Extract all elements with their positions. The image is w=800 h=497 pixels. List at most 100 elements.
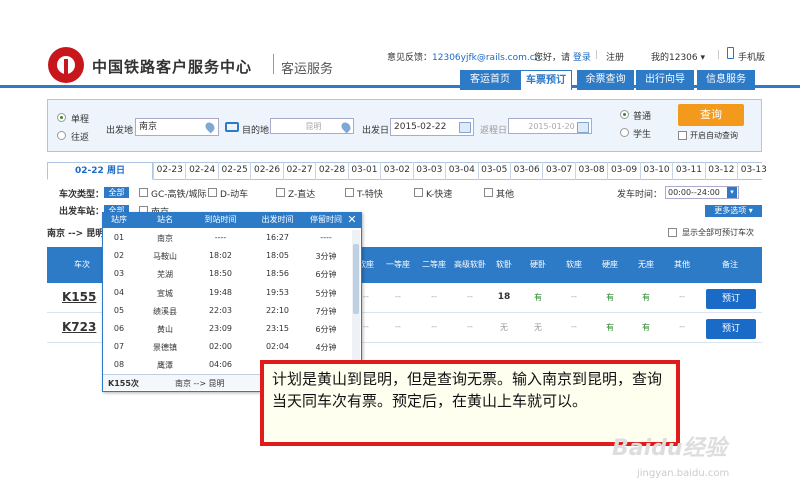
- popup-cell: 18:02: [208, 251, 233, 261]
- type-gc-checkbox[interactable]: [139, 188, 148, 197]
- baidu-watermark: Baidu经验: [612, 436, 727, 461]
- table-cell: --: [467, 322, 473, 331]
- chevron-down-icon: ▾: [727, 187, 737, 198]
- auto-query-label: 开启自动查询: [690, 131, 738, 140]
- login-area: 您好，请 登录: [534, 50, 591, 63]
- col-first-class: 一等座: [386, 260, 410, 269]
- date-tab[interactable]: 03-02: [380, 162, 412, 180]
- date-tab[interactable]: 03-08: [574, 162, 607, 180]
- type-other-checkbox[interactable]: [484, 188, 493, 197]
- date-tab[interactable]: 03-06: [509, 162, 542, 180]
- depart-date-label: 出发日: [362, 126, 390, 136]
- type-t-checkbox[interactable]: [345, 188, 354, 197]
- popup-scroll-thumb[interactable]: [353, 244, 359, 314]
- table-cell: 18: [497, 292, 511, 302]
- date-tab[interactable]: 03-01: [347, 162, 380, 180]
- popup-cell: 19:48: [208, 287, 233, 297]
- mobile-link[interactable]: 手机版: [738, 50, 765, 63]
- table-cell: --: [467, 292, 473, 301]
- calendar-icon-2[interactable]: [577, 122, 589, 133]
- popup-cell: 23:09: [208, 324, 233, 333]
- date-tab[interactable]: 02-25: [217, 162, 250, 180]
- date-tab[interactable]: 03-10: [639, 162, 672, 180]
- train-type-all-button[interactable]: 全部: [104, 187, 129, 198]
- popup-cell: 景德镇: [153, 343, 177, 353]
- popup-cell: 02:00: [208, 342, 233, 352]
- show-all-checkbox[interactable]: [668, 228, 677, 237]
- route-title: 南京 --> 昆明: [47, 229, 105, 239]
- watermark-url: jingyan.baidu.com: [637, 468, 730, 479]
- mobile-phone-icon: [727, 47, 734, 59]
- col-other: 其他: [674, 260, 690, 269]
- popup-cell: ----: [320, 233, 332, 242]
- type-z-label: Z-直达: [288, 190, 316, 200]
- popup-cell: 08: [113, 360, 125, 370]
- nav-info-service[interactable]: 信息服务: [697, 70, 755, 90]
- table-cell: 有: [642, 293, 650, 302]
- date-tab[interactable]: 02-27: [282, 162, 315, 180]
- type-d-checkbox[interactable]: [208, 188, 217, 197]
- table-cell: 无: [534, 323, 542, 332]
- close-icon[interactable]: ✕: [346, 212, 358, 228]
- popup-cell: 芜湖: [157, 270, 173, 280]
- register-link[interactable]: 注册: [606, 50, 624, 63]
- greeting-text: 您好，请: [534, 53, 571, 63]
- table-cell: 无: [500, 323, 508, 332]
- date-tab[interactable]: 03-11: [672, 162, 704, 180]
- my12306-menu[interactable]: 我的12306 ▾: [651, 50, 705, 63]
- date-tab[interactable]: 02-23: [153, 162, 185, 180]
- train-number-link[interactable]: K155: [62, 290, 96, 304]
- nav-travel-guide[interactable]: 出行向导: [636, 70, 694, 90]
- round-trip-radio[interactable]: [57, 131, 66, 140]
- popup-cell: 6分钟: [315, 270, 337, 280]
- date-tab[interactable]: 03-13: [737, 162, 769, 180]
- calendar-icon[interactable]: [459, 122, 471, 133]
- date-tab[interactable]: 03-05: [477, 162, 510, 180]
- nav-remaining-tickets[interactable]: 余票查询: [577, 70, 634, 90]
- annotation-text: 计划是黄山到昆明，但是查询无票。输入南京到昆明，查询当天同车次有票。预定后，在黄…: [272, 370, 663, 410]
- table-cell: 有: [642, 323, 650, 332]
- train-number-link[interactable]: K723: [62, 320, 96, 334]
- depart-station-label: 出发车站：: [59, 207, 105, 217]
- col-soft-seat: 软座: [566, 260, 582, 269]
- date-tab[interactable]: 03-07: [542, 162, 574, 180]
- normal-ticket-label: 普通: [633, 112, 652, 122]
- table-cell: --: [571, 292, 577, 301]
- date-tab[interactable]: 03-12: [704, 162, 737, 180]
- col-hard-seat: 硬座: [602, 260, 618, 269]
- date-tab[interactable]: 02-28: [315, 162, 347, 180]
- date-tab[interactable]: 02-22 周日: [47, 162, 153, 180]
- type-d-label: D-动车: [220, 190, 249, 200]
- normal-ticket-radio[interactable]: [620, 110, 629, 119]
- date-tab[interactable]: 02-26: [250, 162, 282, 180]
- student-ticket-radio[interactable]: [620, 128, 629, 137]
- popup-cell: 04: [113, 287, 125, 297]
- date-tab[interactable]: 02-24: [185, 162, 217, 180]
- date-tab[interactable]: 03-04: [445, 162, 477, 180]
- auto-query-checkbox[interactable]: [678, 131, 687, 140]
- book-button[interactable]: 预订: [706, 289, 756, 309]
- type-z-checkbox[interactable]: [276, 188, 285, 197]
- popup-cell: 22:10: [265, 305, 290, 315]
- depart-time-select[interactable]: 00:00--24:00 ▾: [665, 186, 739, 199]
- more-options-button[interactable]: 更多选项 ▾: [705, 205, 762, 217]
- popup-cell: 南京: [157, 234, 173, 243]
- popup-cell: 6分钟: [315, 325, 337, 334]
- date-tab[interactable]: 03-03: [412, 162, 445, 180]
- book-button[interactable]: 预订: [706, 319, 756, 339]
- login-link[interactable]: 登录: [573, 53, 591, 63]
- nav-ticket-booking[interactable]: 车票预订: [520, 70, 572, 90]
- popup-cell: 19:53: [265, 287, 290, 297]
- popup-col-seq: 站序: [111, 215, 127, 224]
- table-cell: --: [395, 322, 401, 331]
- feedback-email-link[interactable]: 12306yjfk@rails.com.cn: [432, 53, 540, 63]
- to-label: 目的地: [242, 126, 270, 136]
- date-tab[interactable]: 03-09: [607, 162, 639, 180]
- nav-home[interactable]: 客运首页: [460, 70, 520, 90]
- one-way-radio[interactable]: [57, 113, 66, 122]
- table-cell: --: [679, 322, 685, 331]
- type-k-checkbox[interactable]: [414, 188, 423, 197]
- query-button[interactable]: 查询: [678, 104, 744, 126]
- popup-cell: 宣城: [157, 288, 173, 298]
- swap-icon[interactable]: [225, 122, 239, 132]
